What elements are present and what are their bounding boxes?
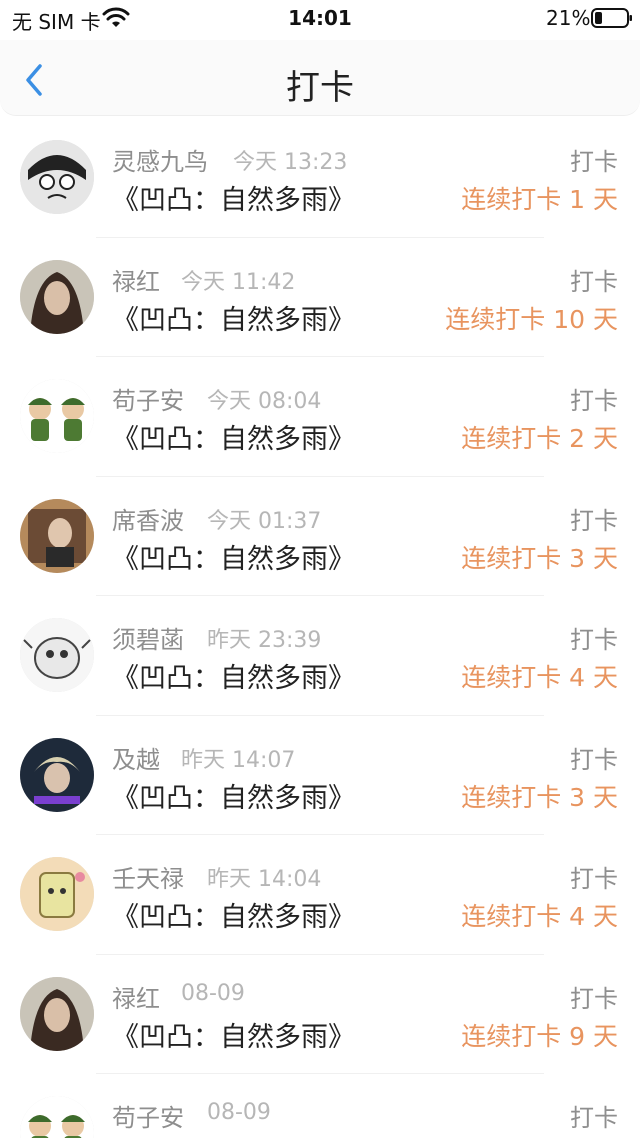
streak-label: 连续打卡 9 天	[461, 1021, 618, 1051]
page-title: 打卡	[286, 68, 354, 108]
user-name: 须碧菡	[112, 626, 184, 654]
streak-label: 连续打卡 2 天	[461, 424, 618, 453]
list-item[interactable]: 禄红 08-09 《凹凸：自然多雨》 打卡 连续打卡 9 天	[0, 955, 640, 1074]
checkin-label: 打卡	[570, 984, 618, 1013]
user-name: 壬天禄	[112, 865, 184, 893]
checkin-label: 打卡	[570, 1104, 618, 1132]
checkin-label: 打卡	[570, 506, 618, 535]
user-name: 苟子安	[112, 387, 184, 415]
timestamp: 今天 11:42	[181, 269, 296, 295]
checkin-label: 打卡	[570, 267, 618, 296]
book-title: 《凹凸：自然多雨》	[112, 543, 355, 575]
list-item[interactable]: 壬天禄 昨天 14:04 《凹凸：自然多雨》 打卡 连续打卡 4 天	[0, 835, 640, 955]
checkin-label: 打卡	[570, 148, 618, 176]
timestamp: 今天 13:23	[233, 150, 348, 175]
avatar[interactable]	[20, 618, 94, 692]
list-item[interactable]: 苟子安 今天 08:04 《凹凸：自然多雨》 打卡 连续打卡 2 天	[0, 357, 640, 477]
timestamp: 今天 08:04	[207, 389, 322, 414]
checkin-label: 打卡	[570, 745, 618, 774]
list-item[interactable]: 苟子安 08-09 打卡	[0, 1074, 640, 1138]
timestamp: 今天 01:37	[207, 508, 322, 534]
battery-icon	[591, 8, 632, 28]
checkin-label: 打卡	[570, 626, 618, 654]
book-title: 《凹凸：自然多雨》	[112, 424, 355, 455]
user-name: 席香波	[112, 506, 184, 535]
book-title: 《凹凸：自然多雨》	[112, 1021, 355, 1053]
book-title: 《凹凸：自然多雨》	[112, 663, 355, 694]
avatar[interactable]	[20, 379, 94, 453]
checkin-label: 打卡	[570, 865, 618, 893]
avatar[interactable]	[20, 140, 94, 214]
book-title: 《凹凸：自然多雨》	[112, 902, 355, 933]
list-item[interactable]: 席香波 今天 01:37 《凹凸：自然多雨》 打卡 连续打卡 3 天	[0, 477, 640, 596]
list-item[interactable]: 及越 昨天 14:07 《凹凸：自然多雨》 打卡 连续打卡 3 天	[0, 716, 640, 835]
avatar[interactable]	[20, 259, 94, 334]
avatar[interactable]	[20, 1096, 94, 1138]
user-name: 及越	[112, 745, 160, 774]
book-title: 《凹凸：自然多雨》	[112, 185, 355, 216]
book-title: 《凹凸：自然多雨》	[112, 782, 355, 814]
timestamp: 昨天 14:07	[181, 747, 296, 773]
user-name: 禄红	[112, 984, 160, 1013]
battery-percent: 21%	[546, 6, 591, 30]
list-item[interactable]: 禄红 今天 11:42 《凹凸：自然多雨》 打卡 连续打卡 10 天	[0, 238, 640, 357]
streak-label: 连续打卡 10 天	[445, 304, 618, 334]
avatar[interactable]	[20, 498, 94, 573]
user-name: 灵感九鸟	[112, 148, 208, 176]
checkin-list: 灵感九鸟 今天 13:23 《凹凸：自然多雨》 打卡 连续打卡 1 天 禄红 今…	[0, 118, 640, 1138]
nav-bar: 打卡	[0, 40, 640, 116]
streak-label: 连续打卡 3 天	[461, 543, 618, 573]
status-bar: 无 SIM 卡 14:01 21%	[0, 0, 640, 40]
avatar[interactable]	[20, 976, 94, 1051]
list-item[interactable]: 灵感九鸟 今天 13:23 《凹凸：自然多雨》 打卡 连续打卡 1 天	[0, 118, 640, 238]
book-title: 《凹凸：自然多雨》	[112, 304, 355, 336]
timestamp: 08-09	[181, 980, 245, 1006]
checkin-label: 打卡	[570, 387, 618, 415]
avatar[interactable]	[20, 737, 94, 812]
avatar[interactable]	[20, 857, 94, 931]
timestamp: 昨天 23:39	[207, 628, 322, 653]
streak-label: 连续打卡 4 天	[461, 663, 618, 692]
user-name: 苟子安	[112, 1104, 184, 1132]
timestamp: 08-09	[207, 1100, 271, 1125]
timestamp: 昨天 14:04	[207, 867, 322, 892]
streak-label: 连续打卡 3 天	[461, 782, 618, 812]
streak-label: 连续打卡 1 天	[461, 185, 618, 214]
streak-label: 连续打卡 4 天	[461, 902, 618, 931]
user-name: 禄红	[112, 267, 160, 296]
clock: 14:01	[288, 6, 352, 30]
list-item[interactable]: 须碧菡 昨天 23:39 《凹凸：自然多雨》 打卡 连续打卡 4 天	[0, 596, 640, 716]
